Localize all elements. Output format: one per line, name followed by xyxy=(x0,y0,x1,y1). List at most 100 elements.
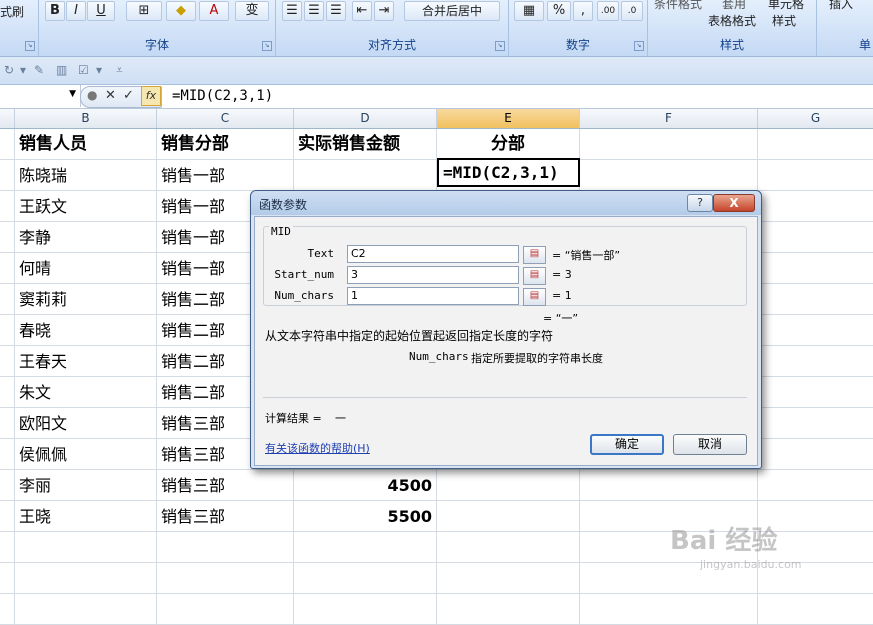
cell-salesperson[interactable]: 何晴 xyxy=(15,253,157,284)
cell-department[interactable] xyxy=(157,532,294,563)
column-header-d[interactable]: D xyxy=(294,109,437,128)
collapse-dialog-icon[interactable]: ▤ xyxy=(523,246,546,264)
merge-center-button[interactable]: 合并后居中 xyxy=(404,1,500,21)
ok-button[interactable]: 确定 xyxy=(590,434,664,455)
empty-cell[interactable] xyxy=(758,377,873,408)
empty-cell[interactable] xyxy=(758,284,873,315)
cell-salesperson[interactable]: 王春天 xyxy=(15,346,157,377)
cell-salesperson[interactable] xyxy=(15,532,157,563)
align-right-button[interactable]: ☰ xyxy=(326,1,346,21)
cancel-edit-icon[interactable]: ✕ xyxy=(105,88,116,103)
header-cell-department[interactable]: 销售分部 xyxy=(157,129,294,160)
cell-amount[interactable]: 4500 xyxy=(294,470,437,501)
comma-button[interactable]: , xyxy=(573,1,593,21)
header-cell-division[interactable]: 分部 xyxy=(437,129,580,160)
column-header-c[interactable]: C xyxy=(157,109,294,128)
fill-color-button[interactable]: ◆ xyxy=(166,1,196,21)
currency-button[interactable]: ▦ xyxy=(514,1,544,21)
empty-cell[interactable] xyxy=(758,129,873,160)
name-box[interactable]: ▼ xyxy=(0,85,81,107)
cell-salesperson[interactable] xyxy=(15,594,157,625)
chart-icon[interactable]: ▥ xyxy=(56,63,67,77)
font-launcher-icon[interactable]: ↘ xyxy=(262,41,272,51)
cell-department[interactable] xyxy=(157,594,294,625)
empty-cell[interactable] xyxy=(580,129,758,160)
increase-decimal-button[interactable]: .00 xyxy=(597,1,619,21)
header-cell-amount[interactable]: 实际销售金额 xyxy=(294,129,437,160)
cell-salesperson[interactable]: 王晓 xyxy=(15,501,157,532)
empty-cell[interactable] xyxy=(758,191,873,222)
insert-button[interactable]: 插入 xyxy=(829,0,853,12)
cell-salesperson[interactable]: 朱文 xyxy=(15,377,157,408)
table-format-label-2[interactable]: 表格格式 xyxy=(708,12,756,29)
empty-cell[interactable] xyxy=(758,439,873,470)
cell-style-label-2[interactable]: 样式 xyxy=(772,12,796,29)
column-header-g[interactable]: G xyxy=(758,109,873,128)
cell-style-label[interactable]: 单元格 xyxy=(768,0,804,12)
column-header-f[interactable]: F xyxy=(580,109,758,128)
cell-amount[interactable] xyxy=(294,563,437,594)
name-box-dropdown-icon[interactable]: ▼ xyxy=(69,89,76,99)
empty-cell[interactable] xyxy=(758,470,873,501)
clipboard-launcher-icon[interactable]: ↘ xyxy=(25,41,35,51)
cell-salesperson[interactable]: 王跃文 xyxy=(15,191,157,222)
cell-salesperson[interactable]: 李静 xyxy=(15,222,157,253)
formula-input[interactable]: =MID(C2,3,1) xyxy=(172,86,273,106)
arg-input-text[interactable]: C2 xyxy=(347,245,519,263)
increase-indent-button[interactable]: ⇥ xyxy=(374,1,394,21)
cell-department[interactable]: 销售一部 xyxy=(157,160,294,191)
cell-division[interactable] xyxy=(437,594,580,625)
empty-cell[interactable] xyxy=(580,470,758,501)
cell-amount[interactable] xyxy=(294,532,437,563)
dialog-titlebar[interactable]: 函数参数 ? X xyxy=(251,191,761,215)
align-left-button[interactable]: ☰ xyxy=(282,1,302,21)
function-help-link[interactable]: 有关该函数的帮助(H) xyxy=(265,440,370,456)
collapse-dialog-icon[interactable]: ▤ xyxy=(523,267,546,285)
underline-button[interactable]: U xyxy=(87,1,115,21)
decrease-decimal-button[interactable]: .0 xyxy=(621,1,643,21)
cell-salesperson[interactable]: 窦莉莉 xyxy=(15,284,157,315)
corner-header[interactable] xyxy=(0,109,15,128)
bold-button[interactable]: B xyxy=(45,1,65,21)
confirm-edit-icon[interactable]: ✓ xyxy=(123,88,134,103)
align-center-button[interactable]: ☰ xyxy=(304,1,324,21)
cell-department[interactable] xyxy=(157,563,294,594)
arg-input-num-chars[interactable]: 1 xyxy=(347,287,519,305)
cell-amount[interactable] xyxy=(294,160,437,191)
cell-salesperson[interactable] xyxy=(15,563,157,594)
insert-function-button[interactable]: fx xyxy=(141,86,161,106)
empty-cell[interactable] xyxy=(758,594,873,625)
arg-input-start-num[interactable]: 3 xyxy=(347,266,519,284)
empty-cell[interactable] xyxy=(580,594,758,625)
table-format-label[interactable]: 套用 xyxy=(722,0,746,12)
dialog-help-button[interactable]: ? xyxy=(687,194,713,212)
collapse-dialog-icon[interactable]: ▤ xyxy=(523,288,546,306)
customize-qat-icon[interactable]: ⩡ xyxy=(116,63,123,78)
cell-division[interactable] xyxy=(437,501,580,532)
italic-button[interactable]: I xyxy=(66,1,86,21)
cancel-button[interactable]: 取消 xyxy=(673,434,747,455)
decrease-indent-button[interactable]: ⇤ xyxy=(352,1,372,21)
empty-cell[interactable] xyxy=(758,315,873,346)
empty-cell[interactable] xyxy=(758,160,873,191)
active-cell-editor[interactable]: =MID(C2,3,1) xyxy=(437,158,580,187)
edit-icon[interactable]: ☑ xyxy=(78,63,89,77)
phonetic-button[interactable]: 变 xyxy=(235,1,269,21)
cell-department[interactable]: 销售三部 xyxy=(157,501,294,532)
dropdown-arrow-icon-2[interactable]: ▾ xyxy=(96,63,102,77)
dialog-close-button[interactable]: X xyxy=(713,194,755,212)
cell-salesperson[interactable]: 侯佩佩 xyxy=(15,439,157,470)
empty-cell[interactable] xyxy=(758,253,873,284)
column-header-e[interactable]: E xyxy=(437,109,580,128)
cell-division[interactable] xyxy=(437,563,580,594)
cell-division[interactable] xyxy=(437,470,580,501)
conditional-format-label[interactable]: 条件格式 xyxy=(654,0,702,12)
border-button[interactable]: ⊞ xyxy=(126,1,162,21)
cell-salesperson[interactable]: 春晓 xyxy=(15,315,157,346)
column-header-b[interactable]: B xyxy=(15,109,157,128)
number-launcher-icon[interactable]: ↘ xyxy=(634,41,644,51)
percent-button[interactable]: % xyxy=(547,1,571,21)
cell-amount[interactable] xyxy=(294,594,437,625)
cell-salesperson[interactable]: 李丽 xyxy=(15,470,157,501)
cell-salesperson[interactable]: 陈晓瑞 xyxy=(15,160,157,191)
